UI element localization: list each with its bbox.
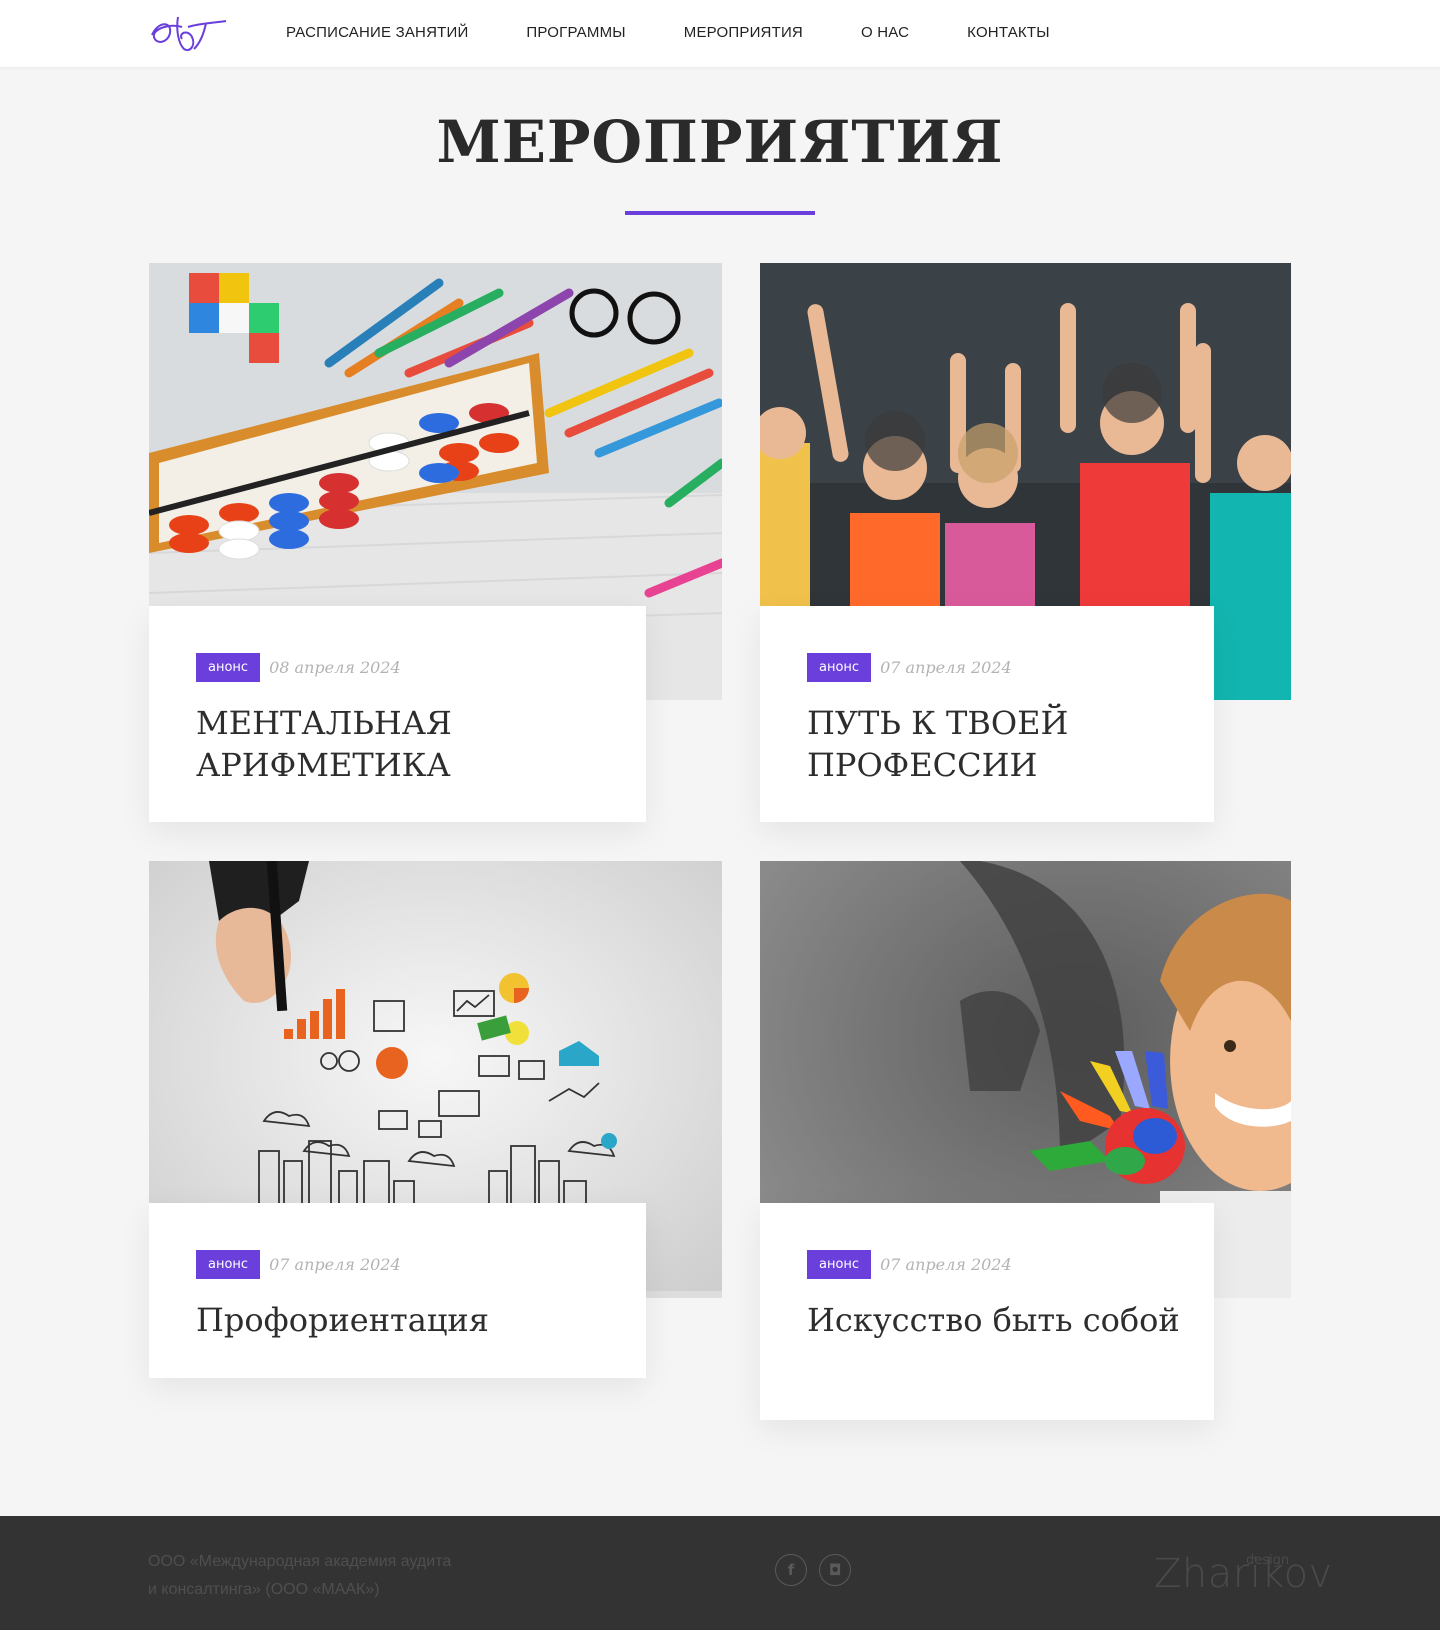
announcement-badge[interactable]: анонс — [196, 1250, 261, 1279]
announcement-badge[interactable]: анонс — [196, 653, 261, 682]
event-date: 07 апреля 2024 — [880, 1255, 1012, 1274]
nav-item-schedule[interactable]: РАСПИСАНИЕ ЗАНЯТИЙ — [286, 24, 468, 41]
facebook-icon[interactable]: f — [775, 1554, 807, 1586]
designer-logo-sub: design — [1246, 1553, 1290, 1568]
event-date: 07 апреля 2024 — [880, 658, 1012, 677]
page-title: МЕРОПРИЯТИЯ — [436, 108, 1004, 176]
event-meta: анонс 08 апреля 2024 — [196, 653, 401, 682]
announcement-badge[interactable]: анонс — [807, 1250, 872, 1279]
logo-icon[interactable] — [148, 9, 228, 55]
event-date: 07 апреля 2024 — [269, 1255, 401, 1274]
company-line-1: ООО «Международная академия аудита — [148, 1553, 452, 1570]
event-meta: анонс 07 апреля 2024 — [807, 1250, 1012, 1279]
event-title[interactable]: Профориентация — [196, 1299, 596, 1341]
event-card-3-content: анонс 07 апреля 2024 Профориентация — [149, 1203, 646, 1378]
event-meta: анонс 07 апреля 2024 — [196, 1250, 401, 1279]
nav-item-events[interactable]: МЕРОПРИЯТИЯ — [684, 24, 803, 41]
site-header: РАСПИСАНИЕ ЗАНЯТИЙ ПРОГРАММЫ МЕРОПРИЯТИЯ… — [0, 0, 1440, 67]
company-line-2: и консалтинга» (ООО «МААК») — [148, 1581, 380, 1598]
main-nav: РАСПИСАНИЕ ЗАНЯТИЙ ПРОГРАММЫ МЕРОПРИЯТИЯ… — [286, 24, 1108, 41]
event-meta: анонс 07 апреля 2024 — [807, 653, 1012, 682]
title-underline — [625, 211, 815, 215]
event-card-2-content: анонс 07 апреля 2024 ПУТЬ К ТВОЕЙ ПРОФЕС… — [760, 606, 1214, 822]
site-footer: ООО «Международная академия аудита и кон… — [0, 1516, 1440, 1630]
event-title[interactable]: ПУТЬ К ТВОЕЙ ПРОФЕССИИ — [807, 702, 1207, 786]
nav-item-about[interactable]: О НАС — [861, 24, 909, 41]
nav-item-programs[interactable]: ПРОГРАММЫ — [526, 24, 625, 41]
announcement-badge[interactable]: анонс — [807, 653, 872, 682]
event-title[interactable]: МЕНТАЛЬНАЯ АРИФМЕТИКА — [196, 702, 596, 786]
company-name: ООО «Международная академия аудита и кон… — [148, 1548, 488, 1604]
designer-logo[interactable]: Zharikov — [1154, 1551, 1333, 1597]
event-date: 08 апреля 2024 — [269, 658, 401, 677]
instagram-icon[interactable]: ◘ — [819, 1554, 851, 1586]
event-card-1-content: анонс 08 апреля 2024 МЕНТАЛЬНАЯ АРИФМЕТИ… — [149, 606, 646, 822]
event-title[interactable]: Искусство быть собой — [807, 1299, 1207, 1341]
nav-item-contacts[interactable]: КОНТАКТЫ — [967, 24, 1050, 41]
event-card-4-content: анонс 07 апреля 2024 Искусство быть собо… — [760, 1203, 1214, 1420]
